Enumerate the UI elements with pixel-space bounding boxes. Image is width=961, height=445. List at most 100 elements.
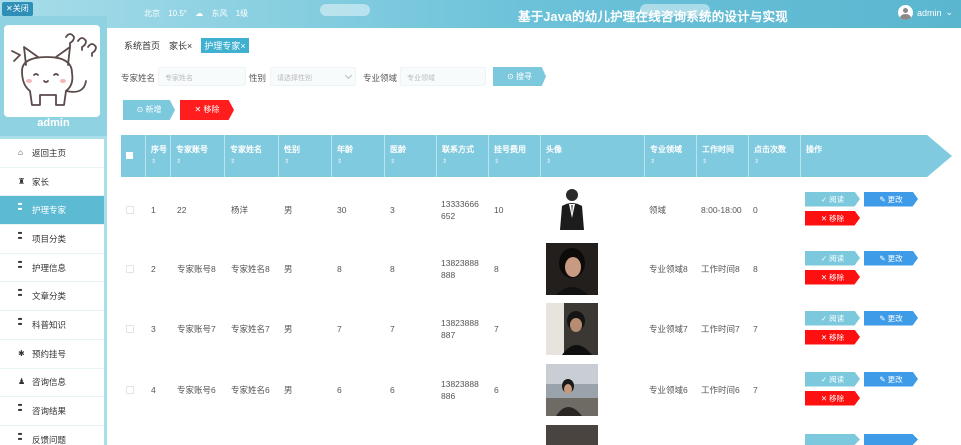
cell-clicks: 7 <box>753 323 758 334</box>
field-input[interactable]: 专业领域 <box>400 67 486 86</box>
close-icon[interactable]: × <box>240 41 245 51</box>
sort-icon: ⇕ <box>650 159 656 165</box>
home-icon: ⌂ <box>18 147 23 157</box>
close-button[interactable]: ✕关闭 <box>2 2 33 16</box>
row-checkbox[interactable] <box>126 385 134 394</box>
row-checkbox[interactable] <box>126 205 134 214</box>
select-all-header <box>121 135 145 177</box>
search-button[interactable]: ⊙ 搜寻 <box>493 67 546 86</box>
edit-button[interactable]: ✎ 更改 <box>864 250 918 266</box>
breadcrumb: 系统首页 家长× 护理专家× <box>124 38 249 53</box>
grid-icon <box>18 432 26 444</box>
read-button[interactable]: ✓ 阅读 <box>805 310 860 326</box>
tag-icon: ✱ <box>18 348 25 358</box>
phone-part: 13333666 <box>441 198 479 209</box>
expert-photo <box>546 363 598 416</box>
sort-icon: ⇕ <box>284 159 290 165</box>
sidebar-item-care-info[interactable]: 护理信息 <box>0 253 104 283</box>
read-button[interactable]: ✓ 阅读 <box>805 250 860 266</box>
remove-button[interactable]: ✕ 移除 <box>180 100 234 120</box>
row-checkbox[interactable] <box>126 324 134 333</box>
sidebar-item-label: 返回主页 <box>32 147 67 158</box>
col-label: 年龄 <box>337 145 353 154</box>
user-menu[interactable]: admin ⌄ <box>897 5 953 20</box>
edit-button[interactable]: ✎ 更改 <box>864 371 918 387</box>
weather-wind-level: 1级 <box>235 9 249 18</box>
sidebar-menu: ⌂ 返回主页 ♜ 家长 护理专家 项目分类 护理信息 文章分类 科普知识 ✱ <box>0 139 104 445</box>
add-button[interactable]: ⊙ 新增 <box>123 100 175 120</box>
sidebar-item-project-category[interactable]: 项目分类 <box>0 225 104 254</box>
cell-field: 专业领域8 <box>649 263 688 274</box>
sidebar-item-feedback[interactable]: 反馈问题 <box>0 425 104 445</box>
col-age[interactable]: 年龄 ⇕ <box>331 135 384 177</box>
cell-age: 8 <box>337 263 342 274</box>
cell-name: 专家姓名8 <box>231 263 270 274</box>
phone-part: 13823888 <box>441 317 479 328</box>
cell-account: 专家账号8 <box>177 263 216 274</box>
col-name[interactable]: 专家姓名 ⇕ <box>224 135 278 177</box>
grid-icon <box>18 317 26 329</box>
col-fee[interactable]: 挂号费用 ⇕ <box>488 135 540 177</box>
grid-icon <box>18 403 26 415</box>
row-checkbox[interactable] <box>126 264 134 273</box>
col-clicks[interactable]: 点击次数 ⇕ <box>748 135 800 177</box>
col-photo[interactable]: 头像 ⇕ <box>540 135 644 177</box>
phone-part: 652 <box>441 210 456 221</box>
gender-select[interactable]: 请选择性别 <box>270 67 356 86</box>
cell-years: 8 <box>390 263 395 274</box>
delete-button[interactable]: ✕ 移除 <box>805 210 860 226</box>
read-button[interactable]: ✓ 阅读 <box>805 191 860 207</box>
sidebar-item-home[interactable]: ⌂ 返回主页 <box>0 139 104 168</box>
cell-work-time: 工作时间8 <box>701 263 740 274</box>
col-phone[interactable]: 联系方式 ⇕ <box>436 135 488 177</box>
read-button[interactable] <box>805 434 860 445</box>
sidebar-item-experts[interactable]: 护理专家 <box>0 196 104 226</box>
col-field[interactable]: 专业领域 ⇕ <box>644 135 696 177</box>
col-gender[interactable]: 性别 ⇕ <box>278 135 331 177</box>
col-work-time[interactable]: 工作时间 ⇕ <box>696 135 748 177</box>
tab-parents[interactable]: 家长× <box>169 39 192 52</box>
sidebar-item-parents[interactable]: ♜ 家长 <box>0 167 104 197</box>
cell-phone: 13823888 888 <box>441 257 479 281</box>
edit-button[interactable]: ✎ 更改 <box>864 191 918 207</box>
read-button[interactable]: ✓ 阅读 <box>805 371 860 387</box>
sort-icon: ⇕ <box>337 159 343 165</box>
cell-field: 专业领域6 <box>649 384 688 395</box>
sidebar-item-consult-result[interactable]: 咨询结果 <box>0 397 104 426</box>
cell-phone: 13333666 652 <box>441 198 479 222</box>
col-index[interactable]: 序号 ⇕ <box>145 135 170 177</box>
cloud-decoration <box>320 4 370 16</box>
user-icon: ♜ <box>18 176 26 186</box>
cell-field: 领域 <box>649 204 667 215</box>
sidebar-item-consult-info[interactable]: ♟ 咨询信息 <box>0 368 104 398</box>
delete-button[interactable]: ✕ 移除 <box>805 329 860 345</box>
cell-name: 专家姓名7 <box>231 323 270 334</box>
cell-name: 专家姓名6 <box>231 384 270 395</box>
col-account[interactable]: 专家账号 ⇕ <box>170 135 224 177</box>
sidebar-item-article-category[interactable]: 文章分类 <box>0 282 104 312</box>
tab-experts[interactable]: 护理专家× <box>201 38 249 53</box>
select-all-checkbox[interactable] <box>126 152 133 159</box>
col-label: 专家账号 <box>176 145 208 154</box>
col-years[interactable]: 医龄 ⇕ <box>384 135 436 177</box>
table-row: 4 专家账号6 专家姓名6 男 6 6 13823888 886 6 专业领域6 … <box>121 359 952 420</box>
edit-button[interactable]: ✎ 更改 <box>864 310 918 326</box>
cell-account: 专家账号6 <box>177 384 216 395</box>
tab-label: 护理专家 <box>204 41 241 51</box>
delete-button[interactable]: ✕ 移除 <box>805 269 860 285</box>
close-icon[interactable]: × <box>187 41 192 51</box>
tab-home[interactable]: 系统首页 <box>124 39 160 52</box>
weather-cloud-icon: ☁ <box>195 9 204 18</box>
sidebar-username: admin <box>37 117 70 129</box>
cell-gender: 男 <box>284 384 293 395</box>
sidebar-item-appointments[interactable]: ✱ 预约挂号 <box>0 339 104 369</box>
sidebar-item-label: 项目分类 <box>32 233 67 244</box>
sidebar-item-science-knowledge[interactable]: 科普知识 <box>0 311 104 340</box>
table-row: 2 专家账号8 专家姓名8 男 8 8 13823888 888 8 专业领域8 … <box>121 238 952 299</box>
grid-icon <box>18 202 26 214</box>
expert-name-input[interactable]: 专家姓名 <box>158 67 246 86</box>
edit-button[interactable] <box>864 434 918 445</box>
delete-button[interactable]: ✕ 移除 <box>805 390 860 406</box>
col-label: 工作时间 <box>702 145 734 154</box>
grid-icon <box>18 260 26 272</box>
